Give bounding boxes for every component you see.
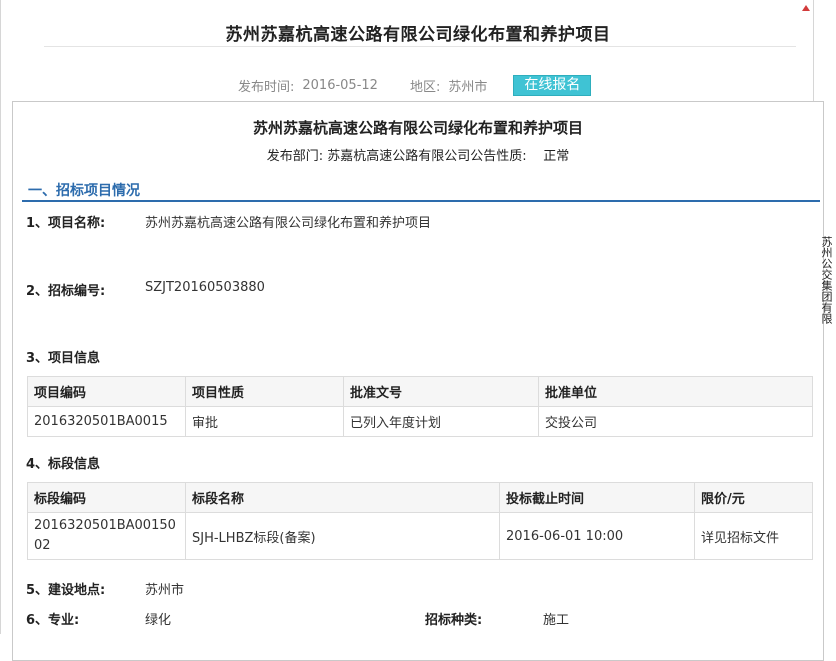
location-value: 苏州市 [145,583,185,598]
lot-info-label: 4、标段信息 [26,457,101,472]
table-header-cell: 限价/元 [694,482,813,513]
specialty-value: 绿化 [145,613,172,628]
table-header-cell: 批准单位 [538,376,813,407]
lot-info-table: 标段编码 标段名称 投标截止时间 限价/元 2016320501BA001500… [27,482,813,560]
bid-type-label: 招标种类: [425,613,483,628]
title-divider [44,46,796,47]
project-name-value: 苏州苏嘉杭高速公路有限公司绿化布置和养护项目 [145,216,432,231]
table-cell: 2016320501BA0015 [27,406,186,437]
table-cell: 详见招标文件 [694,512,813,560]
region-value: 苏州市 [448,79,488,95]
announcement-content: 苏州苏嘉杭高速公路有限公司绿化布置和养护项目 发布部门: 苏嘉杭高速公路有限公司… [12,101,824,661]
publish-time-label: 发布时间: [238,79,295,95]
table-row: 2016320501BA0015002 SJH-LHBZ标段(备案) 2016-… [27,512,813,560]
project-info-table: 项目编码 项目性质 批准文号 批准单位 2016320501BA0015 审批 … [27,376,813,437]
page-title: 苏州苏嘉杭高速公路有限公司绿化布置和养护项目 [225,25,611,45]
publish-time-value: 2016-05-12 [302,77,378,93]
online-signup-button[interactable]: 在线报名 [513,74,592,96]
meta-row: 发布时间: 2016-05-12 地区: 苏州市 在线报名 [238,74,592,96]
scroll-up-arrow-icon[interactable] [802,5,810,11]
table-header-row: 标段编码 标段名称 投标截止时间 限价/元 [27,482,813,513]
table-cell: 已列入年度计划 [343,406,539,437]
table-cell: SJH-LHBZ标段(备案) [185,512,500,560]
table-header-row: 项目编码 项目性质 批准文号 批准单位 [27,376,813,407]
tender-no-value: SZJT20160503880 [145,280,265,295]
announcement-subtitle: 发布部门: 苏嘉杭高速公路有限公司公告性质: 正常 [266,149,570,164]
section-header: 一、招标项目情况 [22,174,820,202]
table-header-cell: 投标截止时间 [499,482,695,513]
announcement-title: 苏州苏嘉杭高速公路有限公司绿化布置和养护项目 [252,119,583,137]
table-cell: 审批 [185,406,344,437]
specialty-label: 6、专业: [26,613,80,628]
project-info-label: 3、项目信息 [26,351,101,366]
table-header-cell: 标段名称 [185,482,500,513]
project-name-label: 1、项目名称: [26,216,106,231]
floating-side-label[interactable]: 苏州公交集团有限公司SZ [818,236,834,332]
region-label: 地区: [409,79,441,95]
location-label: 5、建设地点: [26,583,106,598]
table-cell: 2016-06-01 10:00 [499,512,695,560]
tender-no-label: 2、招标编号: [26,284,106,299]
table-cell: 交投公司 [538,406,813,437]
table-cell: 2016320501BA0015002 [27,512,186,560]
bid-type-value: 施工 [543,613,570,628]
section-title: 一、招标项目情况 [28,183,140,199]
table-header-cell: 批准文号 [343,376,539,407]
table-header-cell: 项目性质 [185,376,344,407]
table-row: 2016320501BA0015 审批 已列入年度计划 交投公司 [27,406,813,437]
table-header-cell: 标段编码 [27,482,186,513]
table-header-cell: 项目编码 [27,376,186,407]
